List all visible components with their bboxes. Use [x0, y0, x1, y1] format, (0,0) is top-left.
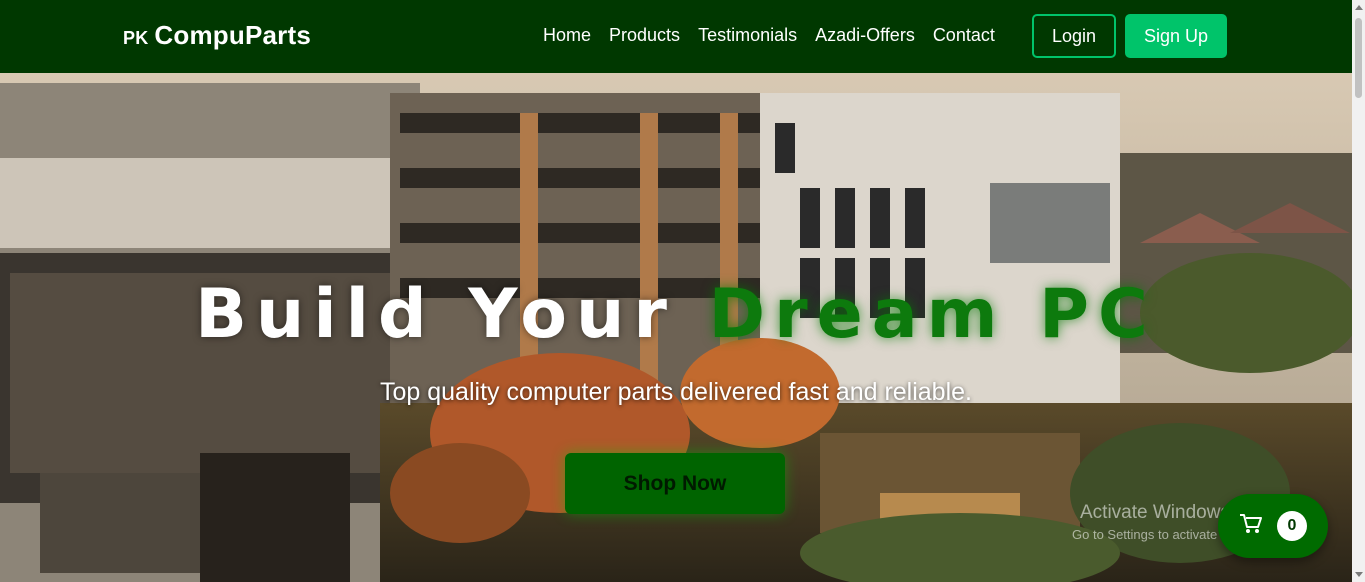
nav-link-azadi-offers[interactable]: Azadi-Offers — [815, 25, 915, 46]
scroll-down-arrow-icon[interactable] — [1355, 572, 1363, 577]
brand-name: CompuParts — [154, 20, 311, 50]
brand-logo[interactable]: PK CompuParts — [123, 20, 311, 51]
cart-button[interactable]: 0 — [1218, 494, 1328, 558]
nav-links: Home Products Testimonials Azadi-Offers … — [543, 25, 995, 46]
nav-link-testimonials[interactable]: Testimonials — [698, 25, 797, 46]
nav-link-contact[interactable]: Contact — [933, 25, 995, 46]
hero-title-accent: Dream PC — [708, 275, 1157, 354]
signup-button[interactable]: Sign Up — [1125, 14, 1227, 58]
nav-link-home[interactable]: Home — [543, 25, 591, 46]
shop-now-button[interactable]: Shop Now — [565, 453, 785, 514]
page-scrollbar[interactable] — [1352, 0, 1365, 582]
cart-count-badge: 0 — [1277, 511, 1307, 541]
nav-link-products[interactable]: Products — [609, 25, 680, 46]
top-navbar: PK CompuParts Home Products Testimonials… — [0, 0, 1352, 73]
cart-icon — [1239, 513, 1263, 540]
brand-flag: PK — [123, 28, 149, 48]
scroll-up-arrow-icon[interactable] — [1355, 5, 1363, 10]
hero-subtitle: Top quality computer parts delivered fas… — [380, 378, 972, 406]
login-button[interactable]: Login — [1032, 14, 1116, 58]
hero-title: Build Your Dream PC — [0, 275, 1352, 354]
hero-title-white: Build Your — [195, 275, 709, 354]
scroll-thumb[interactable] — [1355, 18, 1362, 98]
watermark-line1: Activate Windows — [1080, 502, 1230, 523]
